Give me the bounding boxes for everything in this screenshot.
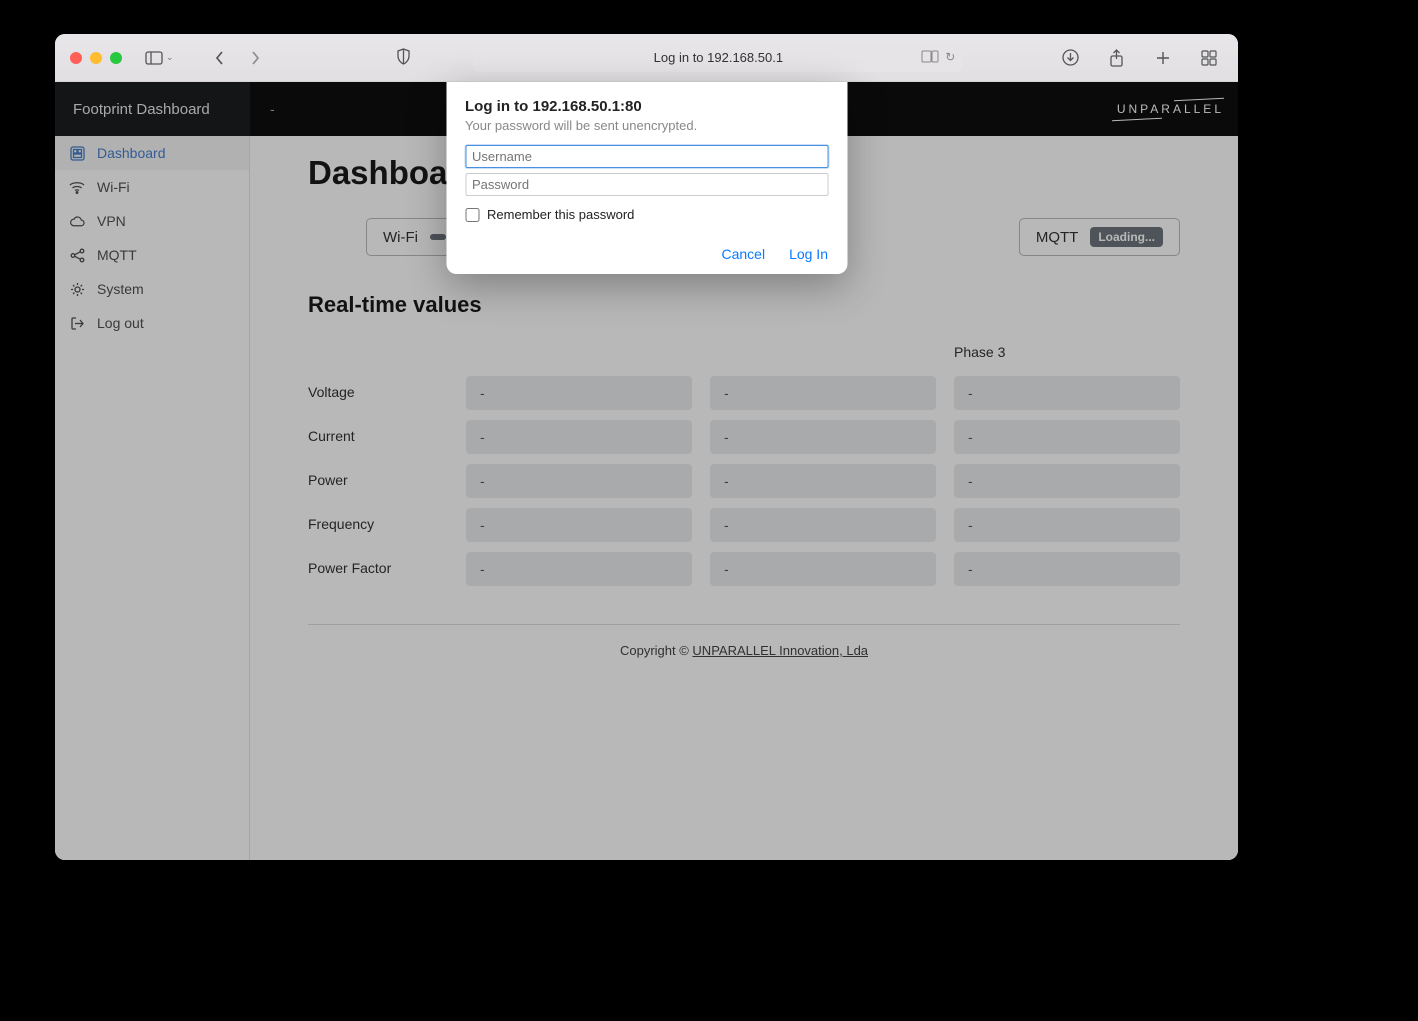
sidebar-toggle-icon[interactable] (140, 46, 168, 70)
safari-window: ⌄ Log in to 192.168.50.1 ↻ (55, 34, 1238, 860)
traffic-lights (70, 52, 122, 64)
remember-password-label: Remember this password (487, 207, 634, 222)
forward-button[interactable] (242, 46, 270, 70)
minimize-window-button[interactable] (90, 52, 102, 64)
sidebar-menu-chevron-icon[interactable]: ⌄ (166, 52, 174, 63)
downloads-icon[interactable] (1057, 46, 1085, 70)
back-button[interactable] (206, 46, 234, 70)
http-auth-dialog: Log in to 192.168.50.1:80 Your password … (446, 82, 847, 274)
newtab-icon[interactable] (1149, 46, 1177, 70)
remember-password-checkbox[interactable] (465, 208, 479, 222)
browser-toolbar: ⌄ Log in to 192.168.50.1 ↻ (55, 34, 1238, 82)
close-window-button[interactable] (70, 52, 82, 64)
password-input[interactable] (465, 173, 828, 196)
remember-password-row[interactable]: Remember this password (465, 207, 828, 222)
url-text: Log in to 192.168.50.1 (654, 50, 783, 65)
address-bar[interactable]: Log in to 192.168.50.1 ↻ (473, 44, 963, 72)
reload-icon[interactable]: ↻ (945, 50, 955, 66)
dialog-title: Log in to 192.168.50.1:80 (465, 98, 828, 115)
username-input[interactable] (465, 145, 828, 168)
cancel-button[interactable]: Cancel (721, 246, 765, 262)
tabs-overview-icon[interactable] (1195, 46, 1223, 70)
privacy-shield-icon[interactable] (396, 48, 411, 68)
share-icon[interactable] (1103, 46, 1131, 70)
login-button[interactable]: Log In (789, 246, 828, 262)
dialog-subtitle: Your password will be sent unencrypted. (465, 118, 828, 133)
fullscreen-window-button[interactable] (110, 52, 122, 64)
reader-icon[interactable] (921, 50, 939, 66)
